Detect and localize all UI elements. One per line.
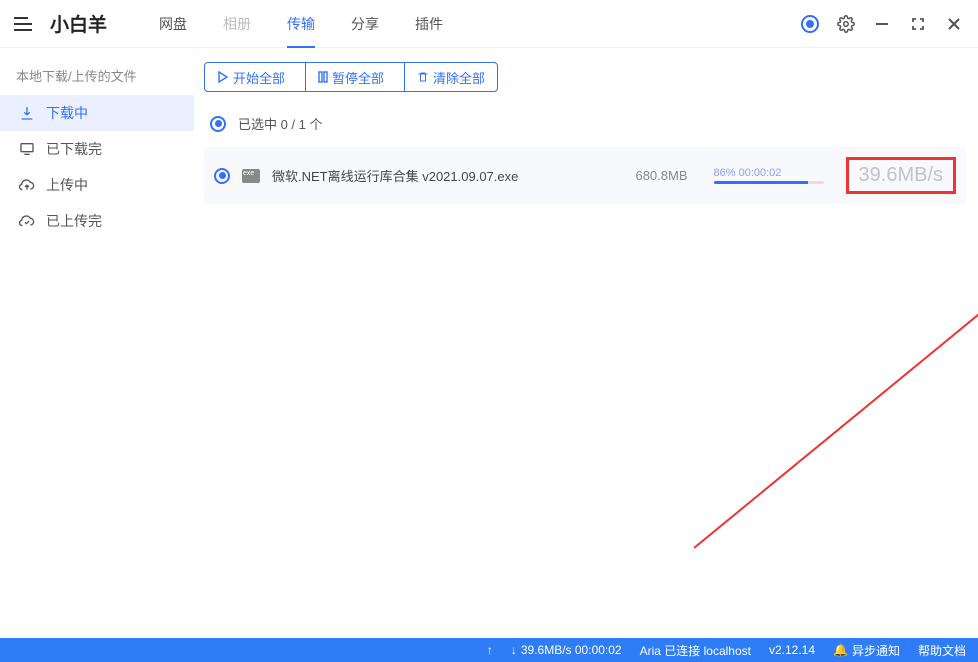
cloud-upload-icon [18,176,36,194]
file-row[interactable]: 微软.NET离线运行库合集 v2021.09.07.exe 680.8MB 86… [204,147,966,204]
menu-toggle-button[interactable] [14,12,38,36]
statusbar: ↑ ↓39.6MB/s 00:00:02 Aria 已连接 localhost … [0,638,978,662]
file-size: 680.8MB [608,168,688,183]
close-icon[interactable] [944,14,964,34]
sidebar-item-uploading[interactable]: 上传中 [0,167,194,203]
toolbar: 开始全部 暂停全部 清除全部 [204,62,498,92]
sidebar-item-uploaded[interactable]: 已上传完 [0,203,194,239]
monitor-icon [18,140,36,158]
minimize-icon[interactable] [872,14,892,34]
pause-icon [318,71,328,83]
maximize-icon[interactable] [908,14,928,34]
settings-icon[interactable] [836,14,856,34]
titlebar: 小白羊 网盘 相册 传输 分享 插件 [0,0,978,48]
progress-bar [714,181,824,184]
main-panel: 开始全部 暂停全部 清除全部 已选中 0 / 1 个 微软.NET离线运行库合集… [194,48,978,638]
progress-text: 86% 00:00:02 [714,167,824,179]
sidebar: 本地下载/上传的文件 下载中 已下载完 上传中 已上传完 [0,48,194,638]
tab-netdisk[interactable]: 网盘 [141,0,205,48]
bell-icon: 🔔 [833,643,848,657]
cloud-check-icon [18,212,36,230]
start-all-label: 开始全部 [233,68,285,87]
download-arrow-icon: ↓ [511,643,517,657]
file-name: 微软.NET离线运行库合集 v2021.09.07.exe [272,166,596,185]
selection-label: 已选中 0 / 1 个 [238,114,323,133]
trash-icon [417,71,429,83]
status-upload: ↑ [487,643,493,657]
sidebar-item-label: 下载中 [46,103,88,123]
status-aria[interactable]: Aria 已连接 localhost [640,642,751,659]
progress-wrap: 86% 00:00:02 [714,167,824,184]
sidebar-item-downloaded[interactable]: 已下载完 [0,131,194,167]
play-icon [217,71,229,83]
window-controls [800,14,964,34]
tab-plugin[interactable]: 插件 [397,0,461,48]
app-title: 小白羊 [50,10,107,37]
upload-arrow-icon: ↑ [487,643,493,657]
start-all-button[interactable]: 开始全部 [205,63,297,91]
annotation-arrow [444,188,978,618]
file-select-radio[interactable] [214,168,230,184]
speed-value: 39.6MB/s [859,164,943,186]
sidebar-item-label: 已下载完 [46,139,102,159]
progress-fill [714,181,809,184]
status-help[interactable]: 帮助文档 [918,642,966,659]
download-icon [18,104,36,122]
exe-file-icon [242,169,260,183]
sidebar-header: 本地下载/上传的文件 [0,60,194,95]
clear-all-label: 清除全部 [433,68,485,87]
pause-all-button[interactable]: 暂停全部 [305,63,396,91]
tab-share[interactable]: 分享 [333,0,397,48]
tab-transfer[interactable]: 传输 [269,0,333,48]
record-icon[interactable] [800,14,820,34]
pause-all-label: 暂停全部 [332,68,384,87]
status-notify[interactable]: 🔔异步通知 [833,642,900,659]
sidebar-item-downloading[interactable]: 下载中 [0,95,194,131]
main-tabs: 网盘 相册 传输 分享 插件 [141,0,461,48]
select-all-radio[interactable] [210,116,226,132]
clear-all-button[interactable]: 清除全部 [404,63,497,91]
sidebar-item-label: 已上传完 [46,211,102,231]
status-download: ↓39.6MB/s 00:00:02 [511,643,622,657]
tab-album[interactable]: 相册 [205,0,269,48]
speed-highlight-box: 39.6MB/s [846,157,956,194]
status-version: v2.12.14 [769,643,815,657]
sidebar-item-label: 上传中 [46,175,88,195]
selection-row: 已选中 0 / 1 个 [204,108,966,139]
